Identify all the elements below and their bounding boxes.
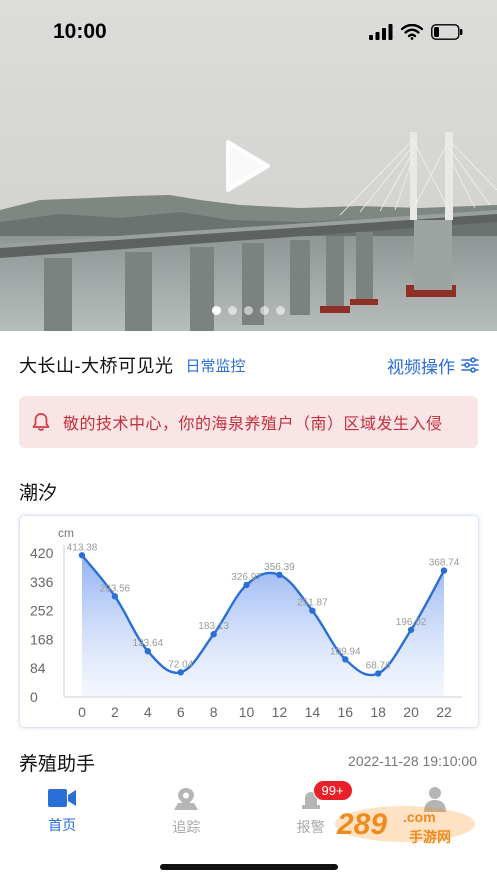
carousel-dot[interactable]: [276, 306, 285, 315]
tide-value-label: 68.76: [366, 660, 391, 671]
y-tick-label: 0: [30, 689, 38, 705]
camera-info-row: 大长山-大桥可见光 日常监控 视频操作: [19, 350, 479, 380]
alert-banner[interactable]: 敬的技术中心，你的海泉养殖户（南）区域发生入侵: [19, 396, 478, 448]
tide-area-fill: [82, 555, 444, 697]
tide-value-label: 72.04: [168, 659, 193, 670]
y-tick-label: 168: [30, 631, 54, 647]
video-operations-button[interactable]: 视频操作: [387, 353, 479, 378]
carousel-dot[interactable]: [244, 306, 253, 315]
status-time: 10:00: [53, 20, 107, 43]
tide-value-label: 109.94: [330, 646, 361, 657]
carousel-dots[interactable]: [0, 306, 497, 315]
status-icons: [369, 24, 463, 40]
tab-label-tracking: 追踪: [172, 819, 201, 835]
tab-label-alarm: 报警: [296, 819, 325, 835]
home-indicator: [160, 864, 338, 870]
tide-chart-card: cm 0 84 168 252 336 420 0 2 4 6 8 10 12 14 16 18 20 22 413.…: [19, 515, 479, 728]
y-tick-label: 336: [30, 574, 54, 590]
map-pin-icon: [174, 788, 199, 810]
x-tick-label: 22: [436, 704, 452, 720]
x-tick-label: 14: [305, 704, 321, 720]
video-camera-icon: [48, 789, 77, 807]
video-operations-label: 视频操作: [387, 357, 455, 377]
x-tick-label: 20: [403, 704, 419, 720]
x-tick-label: 6: [177, 704, 185, 720]
tide-value-label: 356.39: [264, 562, 295, 573]
status-bar: 10:00: [0, 0, 497, 62]
tab-tracking[interactable]: 追踪: [124, 780, 248, 840]
alarm-count-badge: 99+: [312, 780, 353, 801]
tide-value-label: 133.64: [133, 638, 164, 649]
tide-value-label: 251.87: [297, 598, 328, 609]
x-tick-label: 0: [78, 704, 86, 720]
y-tick-label: 252: [30, 603, 54, 619]
tab-home[interactable]: 首页: [0, 780, 124, 840]
tide-value-label: 368.74: [429, 558, 460, 569]
update-timestamp: 2022-11-28 19:10:00: [348, 753, 477, 769]
tide-chart: cm 0 84 168 252 336 420 0 2 4 6 8 10 12 14 16 18 20 22 413.…: [30, 526, 462, 720]
y-tick-label: 420: [30, 545, 54, 561]
y-axis-unit-label: cm: [58, 526, 74, 540]
battery-icon: [431, 24, 463, 40]
carousel-dot[interactable]: [228, 306, 237, 315]
x-tick-label: 4: [144, 704, 152, 720]
svg-text:.com: .com: [403, 809, 436, 825]
signal-icon: [369, 24, 393, 40]
tide-value-label: 293.56: [100, 583, 131, 594]
tide-value-label: 196.02: [396, 617, 427, 628]
tide-value-label: 413.38: [67, 542, 98, 553]
camera-title: 大长山-大桥可见光: [19, 356, 174, 376]
tab-label-home: 首页: [48, 817, 77, 833]
tide-value-label: 183.13: [198, 621, 229, 632]
x-tick-label: 10: [239, 704, 255, 720]
settings-sliders-icon: [461, 357, 479, 373]
x-tick-label: 12: [272, 704, 288, 720]
carousel-dot[interactable]: [260, 306, 269, 315]
bell-icon: [32, 413, 50, 431]
play-icon[interactable]: [222, 138, 272, 194]
carousel-dot[interactable]: [212, 306, 221, 315]
assistant-section-title: 养殖助手: [19, 754, 96, 775]
x-tick-label: 8: [210, 704, 218, 720]
alert-message: 敬的技术中心，你的海泉养殖户（南）区域发生入侵: [63, 416, 443, 433]
monitor-type-tag: 日常监控: [185, 357, 246, 375]
x-tick-label: 2: [111, 704, 119, 720]
tide-section-title: 潮汐: [19, 483, 58, 504]
site-watermark-logo: 289 .com 手游网: [335, 806, 475, 846]
y-tick-label: 84: [30, 660, 46, 676]
x-tick-label: 16: [337, 704, 353, 720]
wifi-icon: [401, 24, 423, 40]
x-tick-label: 18: [370, 704, 386, 720]
svg-text:手游网: 手游网: [409, 829, 451, 846]
svg-text:289: 289: [336, 808, 387, 841]
tide-value-label: 326.97: [231, 572, 262, 583]
